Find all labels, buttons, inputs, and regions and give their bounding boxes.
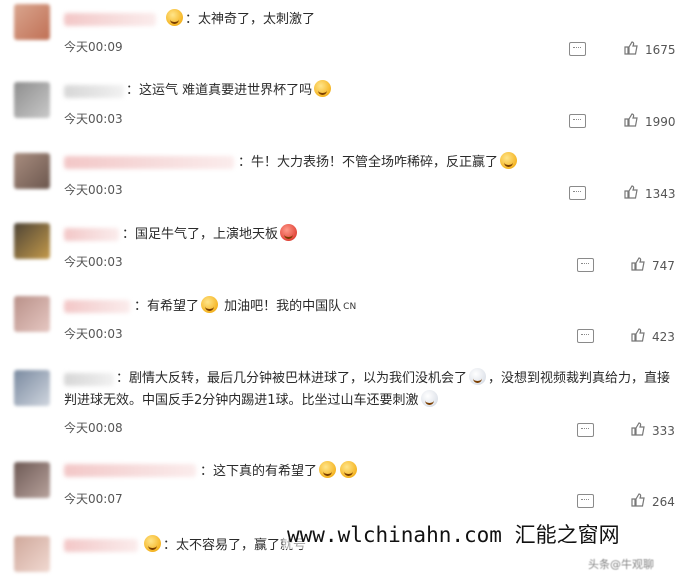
username-blurred[interactable] [64, 228, 119, 241]
emoji-icon [420, 390, 438, 407]
username-blurred[interactable] [64, 13, 156, 26]
comment-text: ：有希望了 加油吧！我的中国队 CN [134, 296, 356, 318]
site-watermark: www.wlchinahn.com 汇能之窗网 [283, 519, 624, 549]
avatar[interactable] [14, 153, 50, 189]
crying-emoji-icon [319, 461, 337, 478]
reply-icon[interactable] [577, 258, 594, 272]
thumbs-up-icon[interactable] [624, 41, 638, 55]
reply-icon[interactable] [577, 329, 594, 343]
comment-time: 今天00:03 [64, 183, 123, 197]
username-blurred[interactable] [64, 464, 196, 477]
comment-text: ：这下真的有希望了 [200, 461, 359, 483]
comment-text: ：太神奇了，太刺激了 [164, 9, 315, 31]
like-count: 1343 [645, 187, 676, 201]
reply-icon[interactable] [569, 42, 586, 56]
like-count: 423 [652, 330, 675, 344]
crying-emoji-icon [340, 461, 358, 478]
comment-time: 今天00:09 [64, 40, 123, 54]
like-count: 1990 [645, 115, 676, 129]
thumbs-up-icon[interactable] [624, 185, 638, 199]
laughing-emoji-icon [314, 80, 332, 97]
crying-emoji-icon [201, 296, 219, 313]
avatar[interactable] [14, 370, 50, 406]
avatar[interactable] [14, 462, 50, 498]
avatar[interactable] [14, 4, 50, 40]
reply-icon[interactable] [569, 186, 586, 200]
comment-time: 今天00:07 [64, 492, 123, 506]
like-count: 747 [652, 259, 675, 273]
comment-text: ：太不容易了，赢了就号 [142, 535, 306, 557]
like-count: 1675 [645, 43, 676, 57]
username-blurred[interactable] [64, 539, 138, 552]
thumbs-up-emoji-icon [500, 152, 518, 169]
comment-text: ：剧情大反转，最后几分钟被巴林进球了，以为我们没机会了 ，没想到视频裁判真给力，直… [64, 368, 682, 412]
emoji-icon [280, 224, 298, 241]
avatar[interactable] [14, 296, 50, 332]
reply-icon[interactable] [577, 494, 594, 508]
comment-text: ：牛！大力表扬！不管全场咋稀碎，反正赢了 [238, 152, 519, 174]
thumbs-up-icon[interactable] [631, 493, 645, 507]
like-count: 333 [652, 424, 675, 438]
thumbs-up-icon[interactable] [631, 422, 645, 436]
thumbs-up-icon[interactable] [631, 328, 645, 342]
cn-flag-icon: CN [343, 302, 357, 312]
thumbs-up-icon[interactable] [631, 257, 645, 271]
reply-icon[interactable] [569, 114, 586, 128]
comment-time: 今天00:08 [64, 421, 123, 435]
thumbs-up-icon[interactable] [624, 113, 638, 127]
avatar[interactable] [14, 536, 50, 572]
comment-time: 今天00:03 [64, 327, 123, 341]
comment-time: 今天00:03 [64, 255, 123, 269]
username-blurred[interactable] [64, 85, 124, 98]
emoji-icon [144, 535, 161, 552]
emoji-icon [166, 9, 183, 26]
comment-text: ：国足牛气了，上演地天板 [122, 224, 299, 246]
source-watermark: 头条@牛观聊 [588, 558, 654, 571]
avatar[interactable] [14, 82, 50, 118]
comment-time: 今天00:03 [64, 112, 123, 126]
username-blurred[interactable] [64, 300, 130, 313]
comment-text: ：这运气 难道真要进世界杯了吗 [126, 80, 333, 102]
emoji-icon [469, 368, 487, 385]
like-count: 264 [652, 495, 675, 509]
avatar[interactable] [14, 223, 50, 259]
username-blurred[interactable] [64, 156, 234, 169]
reply-icon[interactable] [577, 423, 594, 437]
